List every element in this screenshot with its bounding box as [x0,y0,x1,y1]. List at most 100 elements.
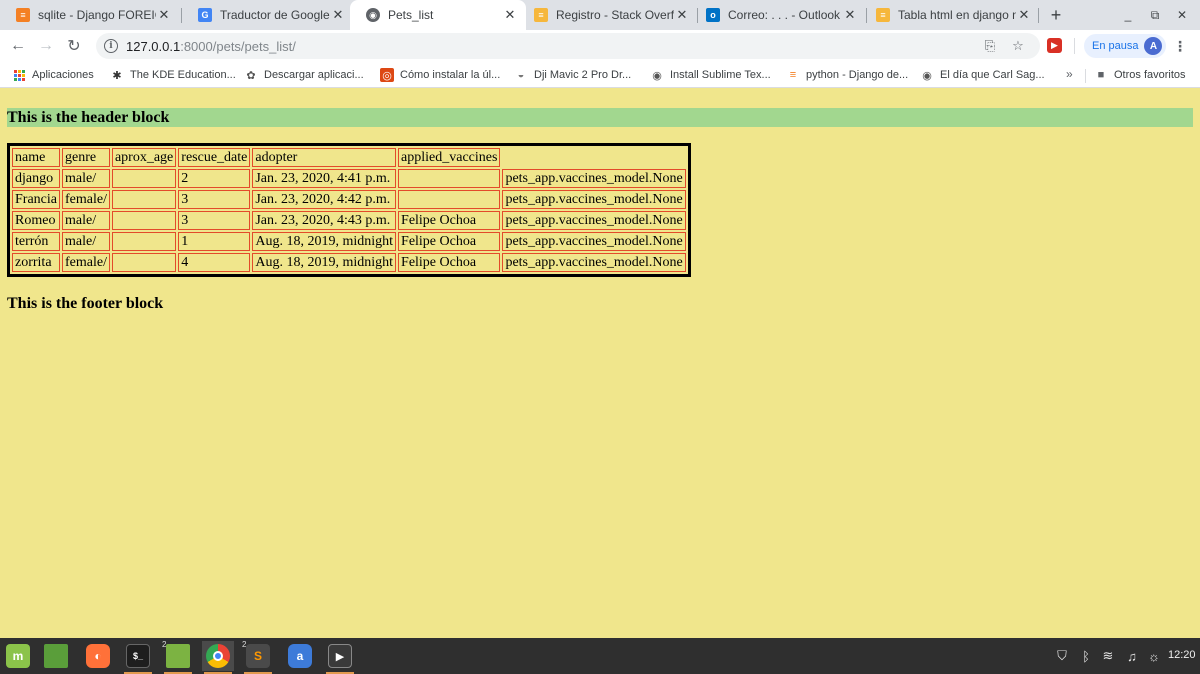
bookmark-aplicaciones[interactable]: Aplicaciones [12,66,94,84]
close-icon[interactable]: ✕ [842,7,858,23]
play-icon: ▶ [328,644,352,668]
sublime-launcher[interactable]: 2 S [242,640,274,674]
apps-grid-icon [12,68,26,82]
linux-mint-icon: m [6,644,30,668]
star-icon[interactable]: ☆ [1010,38,1026,54]
brightness-icon[interactable]: ☼ [1146,648,1162,664]
drone-icon: ◒ [517,69,525,81]
tab-separator [1038,8,1039,23]
browser-toolbar: ← → ↻ i 127.0.0.1:8000/pets/pets_list/ ⎘… [0,30,1200,62]
files-launcher[interactable]: 2 [162,640,194,674]
column-header: rescue_date [178,148,251,167]
shield-icon[interactable]: ⛉ [1054,648,1070,664]
close-icon[interactable]: ✕ [330,7,346,23]
firefox-launcher[interactable]: ◐ [82,641,114,671]
page-content: This is the header block name genre apro… [0,89,1200,638]
tab-registro-stackoverflow[interactable]: ≡ Registro - Stack Overflo ✕ [518,0,698,30]
clock[interactable]: 12:20 [1168,649,1196,661]
info-icon[interactable]: i [104,39,118,53]
window-count-badge: 2 [242,640,247,649]
folder-icon: ■ [1097,69,1105,81]
table-cell: Felipe Ochoa [398,211,501,230]
table-cell: pets_app.vaccines_model.None [502,190,686,209]
table-cell: Felipe Ochoa [398,253,501,272]
table-cell: Jan. 23, 2020, 4:43 p.m. [252,211,397,230]
show-desktop-button[interactable] [40,641,72,671]
table-header-row: name genre aprox_age rescue_date adopter… [12,148,686,167]
close-window-button[interactable]: ✕ [1172,5,1192,25]
close-icon[interactable]: ✕ [1016,7,1032,23]
bookmarks-separator [1085,69,1086,83]
mint-menu-button[interactable]: m [2,641,34,671]
profile-status-label: En pausa [1092,40,1139,52]
kde-icon: ✱ [112,69,122,82]
table-row: django male/ 2 Jan. 23, 2020, 4:41 p.m. … [12,169,686,188]
table-cell: female/ [61,190,110,209]
globe-icon: ◉ [922,69,932,82]
tab-tabla-html[interactable]: ≡ Tabla html en django no ✕ [860,0,1040,30]
stackexchange-icon: ≡ [534,8,548,22]
translate-icon[interactable]: ⎘ [982,38,998,54]
table-cell [111,232,177,251]
bookmark-carl-sagan[interactable]: ◉ El día que Carl Sag... [920,66,1044,84]
bookmark-dji-mavic[interactable]: ◒ Dji Mavic 2 Pro Dr... [514,66,632,84]
sublime-text-icon: S [246,644,270,668]
table-cell: Romeo [12,211,60,230]
reload-button[interactable]: ↻ [62,34,86,58]
address-bar[interactable]: i 127.0.0.1:8000/pets/pets_list/ ⎘ ☆ [96,33,1040,59]
bookmark-como-instalar[interactable]: ◎ Cómo instalar la úl... [380,66,500,84]
kebab-menu-icon[interactable]: ⋮ [1172,36,1188,56]
bookmark-kde-education[interactable]: ✱ The KDE Education... [110,66,235,84]
table-cell: male/ [61,211,110,230]
close-icon[interactable]: ✕ [502,7,518,23]
bookmarks-overflow-button[interactable]: » [1066,67,1073,81]
puzzle-icon: ✿ [246,69,256,82]
close-icon[interactable]: ✕ [156,7,172,23]
tab-sqlite-django[interactable]: ≡ sqlite - Django FOREIGN ✕ [0,0,180,30]
chrome-icon [206,644,230,668]
table-cell: pets_app.vaccines_model.None [502,253,686,272]
bluetooth-icon[interactable]: ᛒ [1078,648,1094,664]
table-cell: 4 [178,253,251,272]
bookmark-otros-favoritos[interactable]: ■ Otros favoritos [1094,66,1186,84]
url-host: 127.0.0.1 [126,38,181,54]
tab-outlook[interactable]: o Correo: . . . - Outlook ✕ [690,0,866,30]
new-tab-button[interactable]: + [1046,5,1066,25]
tab-google-translate[interactable]: G Traductor de Google ✕ [182,0,354,30]
table-row: zorrita female/ 4 Aug. 18, 2019, midnigh… [12,253,686,272]
table-cell: Aug. 18, 2019, midnight [252,232,397,251]
bookmark-descargar-aplicaciones[interactable]: ✿ Descargar aplicaci... [244,66,363,84]
tab-title: Registro - Stack Overflo [556,8,674,22]
bookmark-label: Dji Mavic 2 Pro Dr... [534,69,632,81]
media-launcher[interactable]: ▶ [324,641,356,674]
bookmark-install-sublime[interactable]: ◉ Install Sublime Tex... [650,66,771,84]
forward-button[interactable]: → [34,34,58,58]
table-cell: Jan. 23, 2020, 4:42 p.m. [252,190,397,209]
table-cell: 1 [178,232,251,251]
firefox-icon: ◐ [86,644,110,668]
minimize-button[interactable]: _ [1118,5,1138,25]
avatar: A [1144,37,1163,55]
table-row: terrón male/ 1 Aug. 18, 2019, midnight F… [12,232,686,251]
table-cell: django [12,169,60,188]
sound-icon[interactable]: ♫ [1124,648,1140,664]
column-header: aprox_age [111,148,177,167]
tab-pets-list[interactable]: ◉ Pets_list ✕ [350,0,526,30]
table-cell: Francia [12,190,60,209]
profile-sync-button[interactable]: En pausa A [1084,34,1167,58]
table-row: Francia female/ 3 Jan. 23, 2020, 4:42 p.… [12,190,686,209]
table-cell [111,211,177,230]
back-button[interactable]: ← [6,34,30,58]
table-cell: Aug. 18, 2019, midnight [252,253,397,272]
chrome-launcher[interactable] [202,641,234,674]
terminal-launcher[interactable]: $_ [122,641,154,674]
bookmarks-bar: Aplicaciones ✱ The KDE Education... ✿ De… [0,62,1200,88]
wifi-icon[interactable]: ≋ [1100,648,1116,664]
close-icon[interactable]: ✕ [674,7,690,23]
table-row: Romeo male/ 3 Jan. 23, 2020, 4:43 p.m. F… [12,211,686,230]
restore-button[interactable]: ⧉ [1145,5,1165,25]
a-app-launcher[interactable]: a [284,641,316,671]
bookmark-python-django[interactable]: ≡ python - Django de... [786,66,908,84]
extension-icon[interactable]: ▶ [1047,38,1062,53]
tab-title: sqlite - Django FOREIGN [38,8,156,22]
